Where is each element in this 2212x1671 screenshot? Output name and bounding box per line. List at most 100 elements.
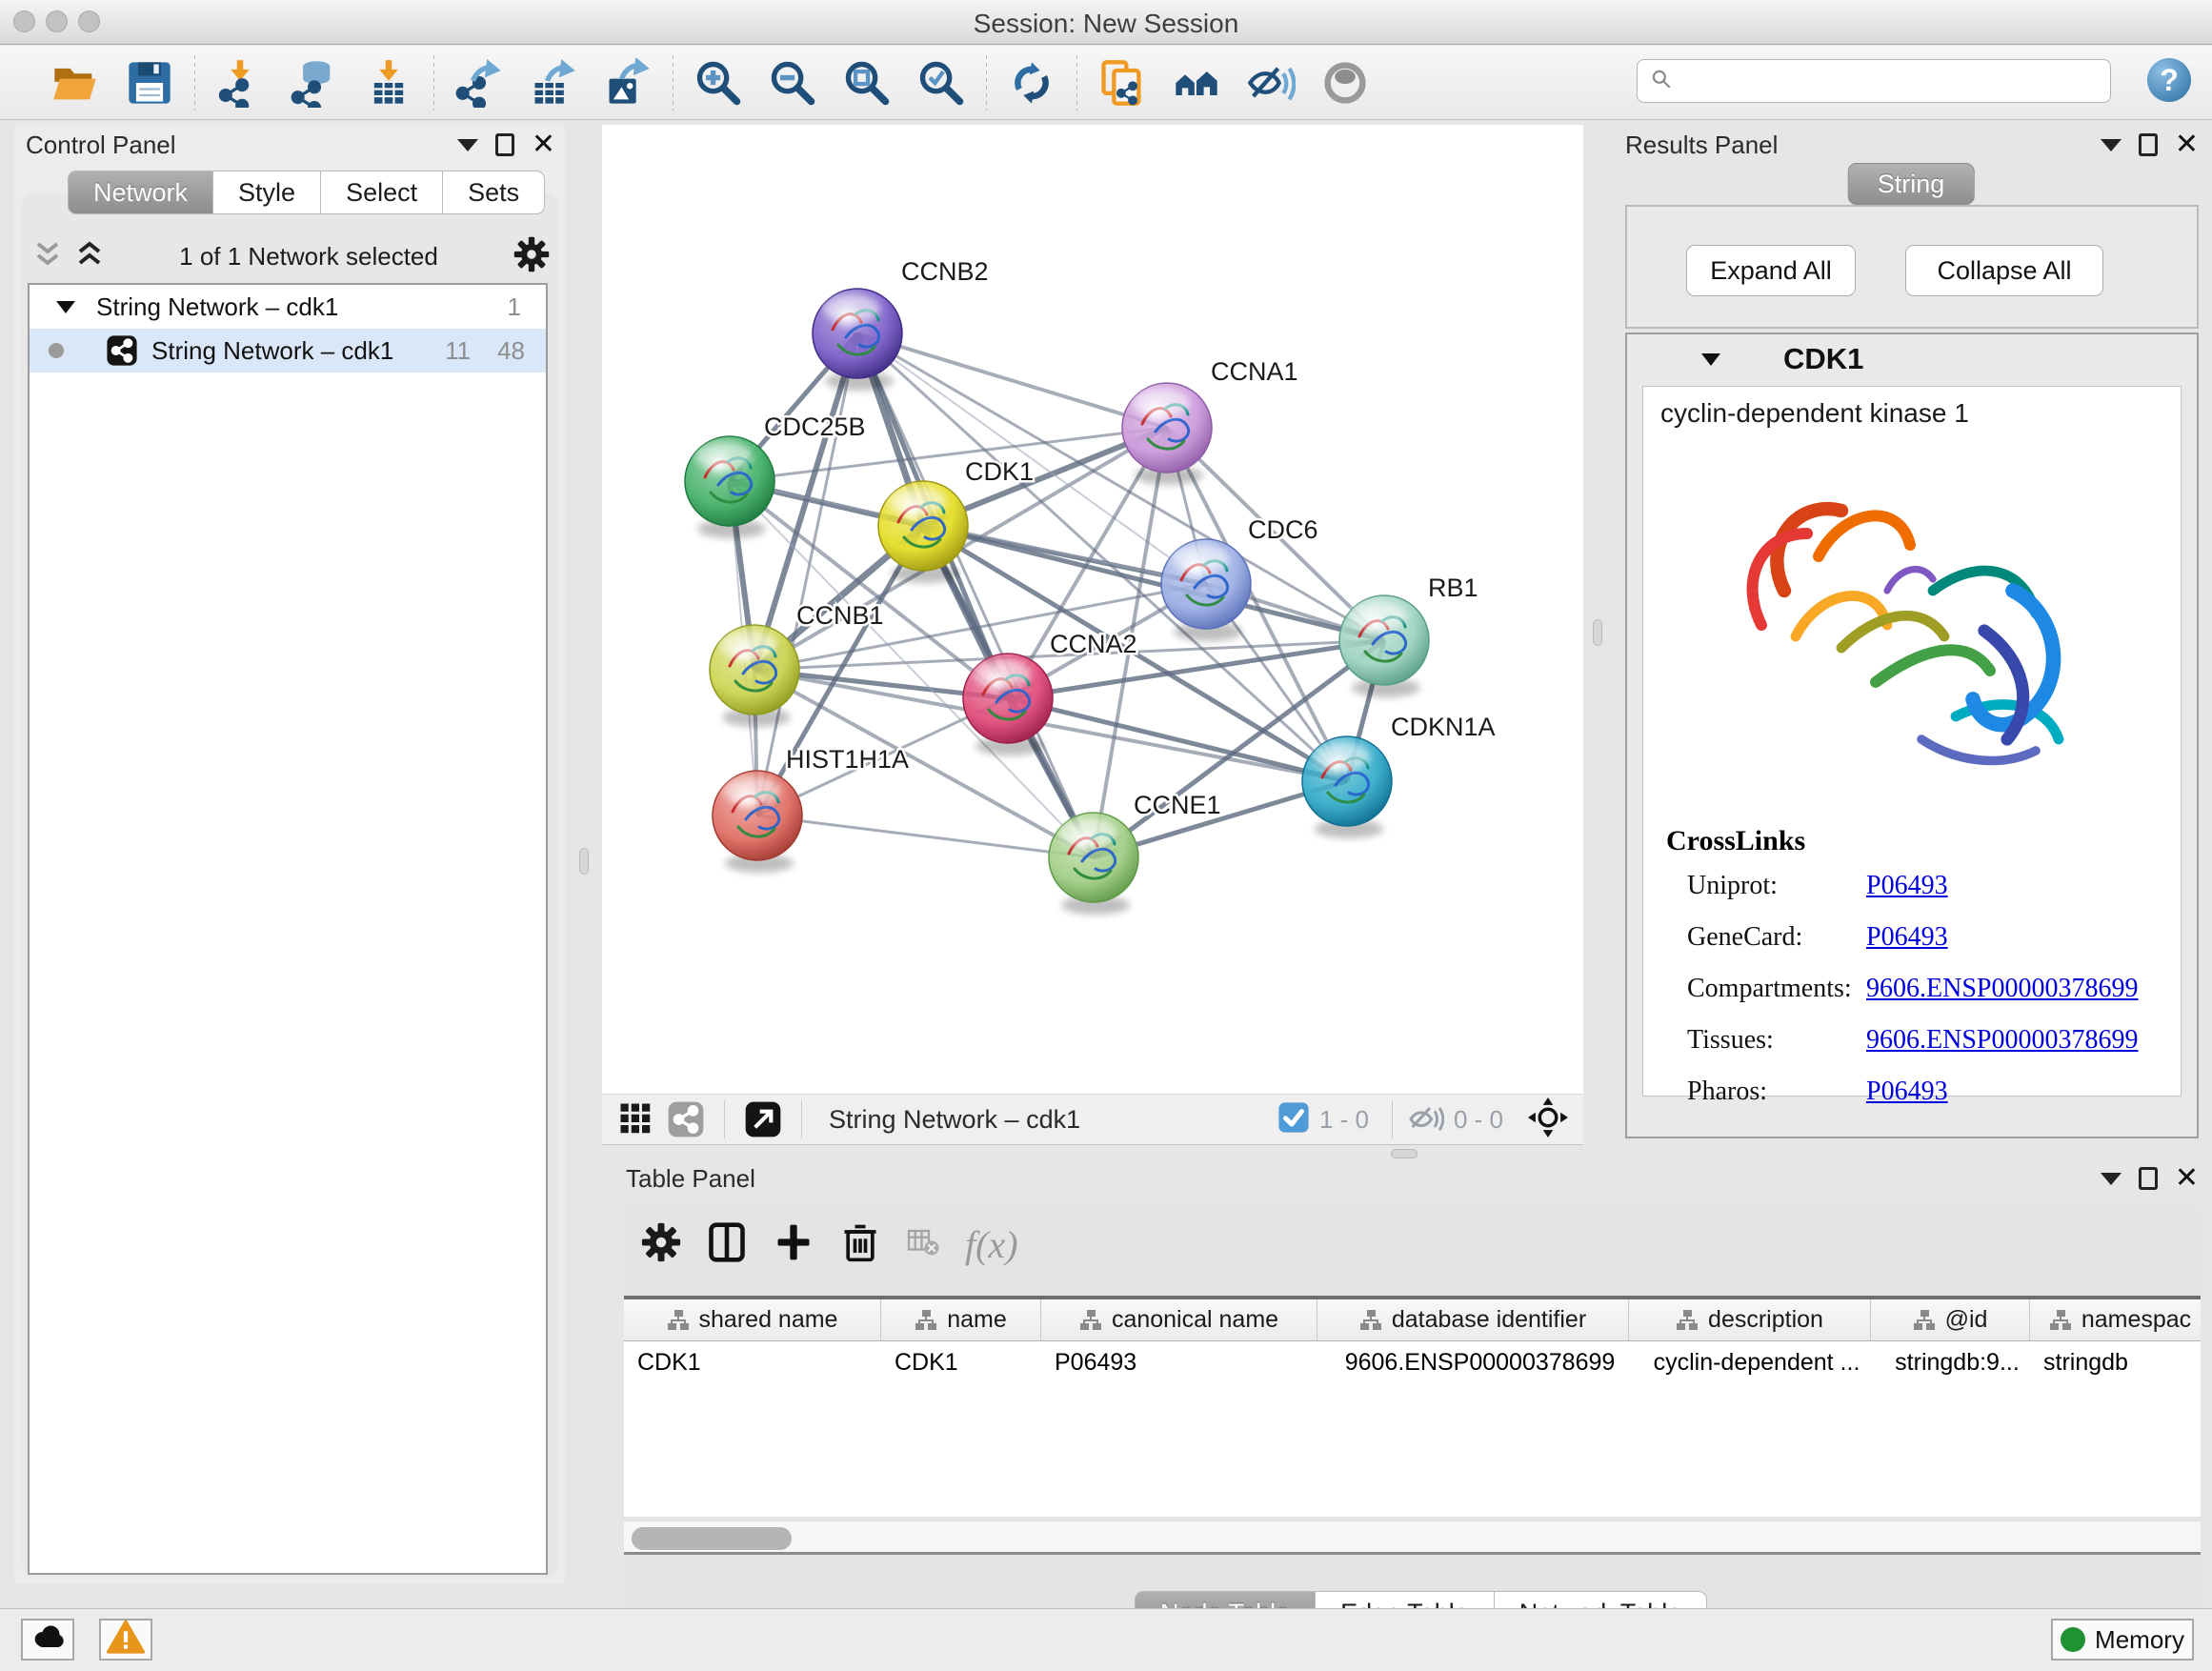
tab-style[interactable]: Style [213,171,321,214]
crosslink-link[interactable]: 9606.ENSP00000378699 [1866,1025,2138,1056]
import-database-icon [290,58,339,108]
import-network-button[interactable] [203,51,277,114]
add-column-icon[interactable] [773,1221,814,1268]
column-header-@id[interactable]: @id [1871,1299,2030,1340]
save-session-button[interactable] [112,51,187,114]
node-CDKN1A[interactable]: CDKN1A [1302,713,1496,838]
table-row[interactable]: CDK1CDK1P064939606.ENSP00000378699cyclin… [624,1341,2201,1383]
control-panel-menu-icon[interactable] [457,139,478,151]
node-HIST1H1A[interactable]: HIST1H1A [713,745,909,873]
crosslink-link[interactable]: P06493 [1866,922,1948,953]
hide-selected-button[interactable] [1234,51,1308,114]
table-panel-close-icon[interactable]: ✕ [2175,1167,2199,1190]
results-panel-close-icon[interactable]: ✕ [2175,133,2199,156]
column-header-name[interactable]: name [881,1299,1041,1340]
delete-column-trash-icon[interactable] [839,1221,881,1268]
column-header-description[interactable]: description [1629,1299,1871,1340]
gene-collapse-icon[interactable] [1701,353,1720,366]
table-cell[interactable]: cyclin-dependent ... [1629,1341,1871,1383]
edge-CCNB2-CCNE1[interactable] [857,333,1094,857]
table-cell[interactable]: CDK1 [624,1341,881,1383]
column-header-database-identifier[interactable]: database identifier [1317,1299,1629,1340]
tab-sets[interactable]: Sets [443,171,545,214]
results-panel-float-icon[interactable] [2139,133,2158,156]
node-CCNA1[interactable]: CCNA1 [1122,357,1298,485]
column-header-namespac[interactable]: namespac [2030,1299,2201,1340]
zoom-out-button[interactable] [755,51,830,114]
results-actions-box: Expand All Collapse All [1625,205,2199,329]
birdseye-grid-icon[interactable] [612,1088,661,1151]
right-splitter-handle[interactable] [1593,619,1602,646]
crosslink-link[interactable]: P06493 [1866,1077,1948,1107]
memory-button[interactable]: Memory [2051,1619,2194,1661]
scrollbar-thumb[interactable] [632,1527,792,1550]
table-cell[interactable]: CDK1 [881,1341,1041,1383]
memory-label: Memory [2095,1625,2184,1655]
left-splitter-handle[interactable] [579,848,589,875]
column-tree-icon [1676,1309,1699,1332]
open-session-button[interactable] [38,51,112,114]
export-image-button[interactable] [591,51,665,114]
table-cell[interactable]: stringdb [2030,1341,2201,1383]
fit-selected-crosshair-icon[interactable] [1528,1097,1568,1142]
network-canvas[interactable]: CCNB2 CCNA1 CDC25B [602,125,1583,1094]
export-network-button[interactable] [442,51,516,114]
hidden-eye-icon[interactable] [1406,1098,1444,1141]
edge-CCNE1-HIST1H1A[interactable] [757,815,1094,857]
show-all-button[interactable] [1308,51,1382,114]
bottom-splitter-handle[interactable] [1391,1149,1418,1158]
collection-expander-icon[interactable] [56,301,75,313]
clone-network-button[interactable] [1085,51,1159,114]
expand-all-networks-icon[interactable] [75,238,104,275]
refresh-layout-button[interactable] [995,51,1069,114]
table-horizontal-scrollbar[interactable] [624,1520,2201,1555]
selected-checkbox-icon[interactable] [1277,1101,1310,1138]
column-header-canonical-name[interactable]: canonical name [1041,1299,1317,1340]
network-share-icon[interactable] [661,1088,711,1151]
tab-string[interactable]: String [1848,163,1975,205]
control-panel-float-icon[interactable] [495,133,514,156]
zoom-selected-button[interactable] [904,51,978,114]
network-options-gear-icon[interactable] [513,236,550,277]
node-CCNB2[interactable]: CCNB2 [813,257,989,391]
collapse-all-button[interactable]: Collapse All [1905,245,2103,296]
control-panel-close-icon[interactable]: ✕ [532,133,555,156]
expand-all-button[interactable]: Expand All [1686,245,1856,296]
table-panel-float-icon[interactable] [2139,1167,2158,1190]
warnings-button[interactable] [99,1619,152,1661]
node-CDC6[interactable]: CDC6 [1161,515,1318,641]
tab-network[interactable]: Network [68,171,213,214]
show-columns-icon[interactable] [706,1221,748,1268]
network-collection-row[interactable]: String Network – cdk1 1 [30,285,546,329]
column-header-shared-name[interactable]: shared name [624,1299,881,1340]
node-CCNE1[interactable]: CCNE1 [1049,791,1221,915]
open-in-window-icon[interactable] [738,1088,788,1151]
results-panel-menu-icon[interactable] [2101,139,2122,151]
cloud-status-button[interactable] [21,1619,74,1661]
edge-CCNB2-HIST1H1A[interactable] [757,333,857,815]
crosslink-label: Compartments: [1666,974,1866,1004]
import-table-button[interactable] [352,51,426,114]
crosslink-link[interactable]: P06493 [1866,871,1948,901]
help-button[interactable]: ? [2147,58,2191,102]
edge-CCNB2-CCNA1[interactable] [857,333,1167,428]
import-database-button[interactable] [277,51,352,114]
zoom-in-button[interactable] [681,51,755,114]
collapse-all-networks-icon[interactable] [33,238,62,275]
search-input[interactable] [1674,62,2110,100]
tab-select[interactable]: Select [321,171,443,214]
first-neighbors-button[interactable] [1159,51,1234,114]
table-cell[interactable]: stringdb:9... [1871,1341,2030,1383]
zoom-fit-button[interactable] [830,51,904,114]
network-row[interactable]: String Network – cdk1 11 48 [30,329,546,372]
crosslink-link[interactable]: 9606.ENSP00000378699 [1866,974,2138,1004]
gene-entry-header[interactable]: CDK1 [1627,334,2197,384]
node-RB1[interactable]: RB1 [1339,574,1478,697]
toolbar-divider [433,55,434,111]
table-panel-menu-icon[interactable] [2101,1173,2122,1185]
table-cell[interactable]: P06493 [1041,1341,1317,1383]
table-cell[interactable]: 9606.ENSP00000378699 [1317,1341,1629,1383]
table-options-gear-icon[interactable] [641,1222,681,1267]
export-table-button[interactable] [516,51,591,114]
collection-count: 1 [508,292,521,322]
